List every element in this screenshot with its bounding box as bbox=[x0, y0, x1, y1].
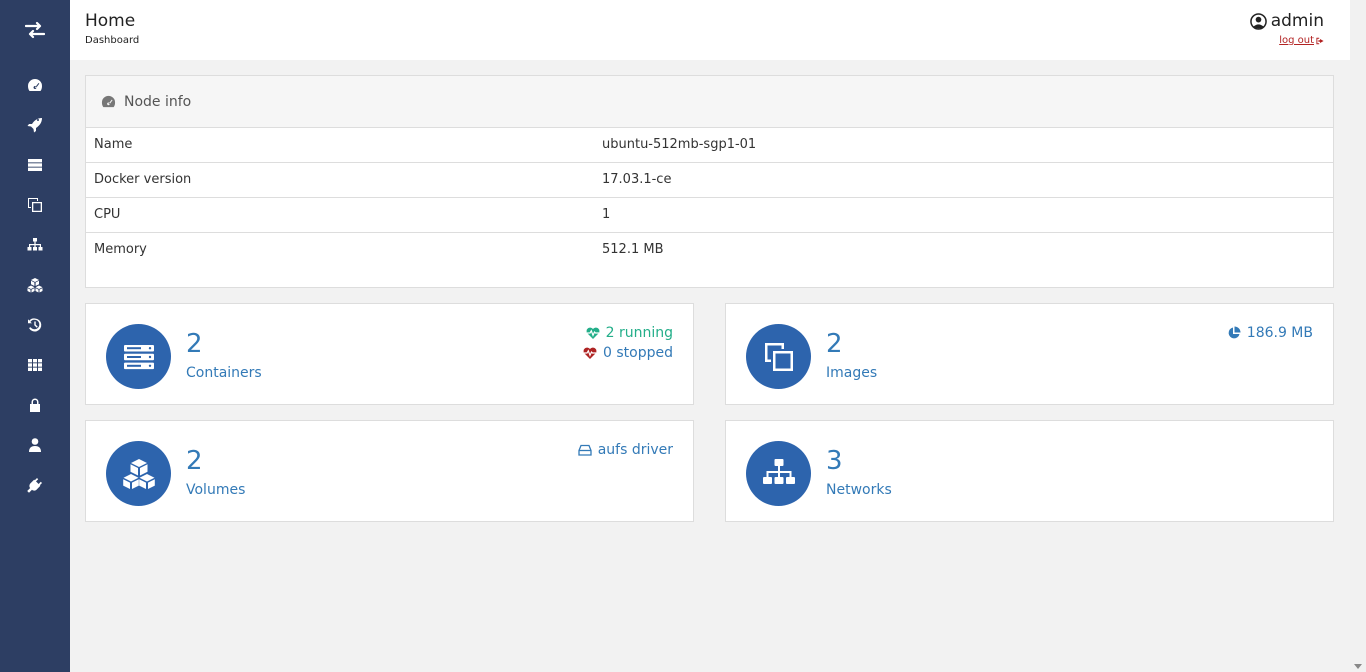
volumes-icon-circle bbox=[106, 441, 171, 506]
plug-icon bbox=[27, 478, 42, 493]
heartbeat-icon bbox=[586, 327, 600, 339]
images-size: 186.9 MB bbox=[1227, 325, 1313, 341]
lock-icon bbox=[30, 398, 40, 412]
running-count: 2 running bbox=[605, 325, 673, 341]
sidebar-item-templates[interactable] bbox=[0, 105, 70, 145]
containers-card[interactable]: 2 Containers 2 running 0 stopped bbox=[85, 303, 694, 405]
volumes-card[interactable]: 2 Volumes aufs driver bbox=[85, 420, 694, 522]
images-size-value: 186.9 MB bbox=[1246, 325, 1313, 341]
sidebar-item-security[interactable] bbox=[0, 385, 70, 425]
info-value: 1 bbox=[602, 207, 611, 222]
stopped-count: 0 stopped bbox=[603, 345, 673, 361]
server-icon bbox=[123, 344, 154, 369]
pie-chart-icon bbox=[1228, 326, 1241, 339]
cubes-icon bbox=[27, 278, 43, 293]
info-key: Memory bbox=[94, 242, 147, 257]
heartbeat-icon bbox=[583, 347, 597, 359]
sitemap-icon bbox=[27, 238, 43, 251]
networks-icon-circle bbox=[746, 441, 811, 506]
node-info-panel: Node info Name ubuntu-512mb-sgp1-01 Dock… bbox=[85, 75, 1334, 288]
info-key: Docker version bbox=[94, 172, 192, 187]
containers-label: Containers bbox=[186, 365, 262, 381]
cubes-icon bbox=[122, 458, 155, 489]
sidebar-item-containers[interactable] bbox=[0, 145, 70, 185]
sidebar bbox=[0, 0, 70, 672]
exchange-icon bbox=[25, 21, 45, 39]
images-icon-circle bbox=[746, 324, 811, 389]
info-value: ubuntu-512mb-sgp1-01 bbox=[602, 137, 757, 152]
sidebar-item-volumes[interactable] bbox=[0, 265, 70, 305]
volumes-label: Volumes bbox=[186, 482, 246, 498]
panel-title: Node info bbox=[124, 93, 192, 110]
page-scrollbar[interactable] bbox=[1350, 0, 1366, 672]
history-icon bbox=[28, 318, 42, 332]
user-icon bbox=[29, 438, 41, 452]
info-row-docker-version: Docker version 17.03.1-ce bbox=[86, 163, 1333, 198]
images-count: 2 bbox=[826, 329, 843, 359]
networks-count: 3 bbox=[826, 446, 843, 476]
th-icon bbox=[28, 359, 42, 371]
volumes-driver: aufs driver bbox=[578, 442, 673, 458]
info-value: 512.1 MB bbox=[602, 242, 664, 257]
running-status: 2 running bbox=[586, 325, 673, 341]
clone-icon bbox=[28, 198, 42, 212]
sidebar-item-dashboard[interactable] bbox=[0, 65, 70, 105]
user-circle-icon bbox=[1249, 12, 1267, 30]
stopped-status: 0 stopped bbox=[583, 345, 673, 361]
server-icon bbox=[28, 159, 42, 171]
info-key: CPU bbox=[94, 207, 121, 222]
panel-header: Node info bbox=[86, 76, 1333, 128]
tachometer-icon bbox=[28, 79, 42, 91]
user-info: admin bbox=[1249, 11, 1324, 31]
volumes-driver-value: aufs driver bbox=[597, 442, 673, 458]
sidebar-item-endpoints[interactable] bbox=[0, 345, 70, 385]
info-key: Name bbox=[94, 137, 133, 152]
sidebar-item-users[interactable] bbox=[0, 425, 70, 465]
clone-icon bbox=[764, 342, 793, 371]
networks-label: Networks bbox=[826, 482, 892, 498]
images-card[interactable]: 2 Images 186.9 MB bbox=[725, 303, 1334, 405]
brand-logo[interactable] bbox=[0, 0, 70, 60]
info-row-memory: Memory 512.1 MB bbox=[86, 233, 1333, 268]
containers-count: 2 bbox=[186, 329, 203, 359]
info-row-cpu: CPU 1 bbox=[86, 198, 1333, 233]
sidebar-item-networks[interactable] bbox=[0, 225, 70, 265]
volumes-count: 2 bbox=[186, 446, 203, 476]
sitemap-icon bbox=[762, 458, 795, 484]
scroll-down-arrow-icon[interactable] bbox=[1354, 664, 1362, 669]
top-header: Home Dashboard admin log out bbox=[70, 0, 1350, 60]
hdd-icon bbox=[578, 444, 592, 456]
logout-label: log out bbox=[1279, 35, 1314, 46]
logout-link[interactable]: log out bbox=[1279, 35, 1324, 46]
info-value: 17.03.1-ce bbox=[602, 172, 672, 187]
sidebar-item-events[interactable] bbox=[0, 305, 70, 345]
networks-card[interactable]: 3 Networks bbox=[725, 420, 1334, 522]
username: admin bbox=[1270, 11, 1324, 31]
containers-icon-circle bbox=[106, 324, 171, 389]
sign-out-icon bbox=[1316, 37, 1324, 44]
info-row-name: Name ubuntu-512mb-sgp1-01 bbox=[86, 128, 1333, 163]
breadcrumb: Dashboard bbox=[85, 35, 140, 46]
sidebar-item-images[interactable] bbox=[0, 185, 70, 225]
page-title: Home bbox=[85, 11, 136, 31]
images-label: Images bbox=[826, 365, 878, 381]
rocket-icon bbox=[27, 118, 42, 133]
sidebar-item-settings[interactable] bbox=[0, 465, 70, 505]
tachometer-icon bbox=[101, 95, 116, 108]
